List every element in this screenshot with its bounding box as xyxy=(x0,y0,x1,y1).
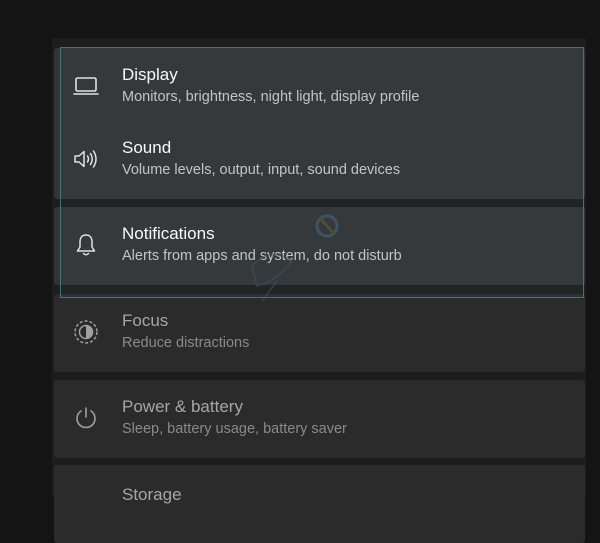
settings-item-subtitle: Alerts from apps and system, do not dist… xyxy=(122,248,402,264)
settings-item-sound[interactable]: Sound Volume levels, output, input, soun… xyxy=(54,121,585,199)
settings-item-subtitle: Sleep, battery usage, battery saver xyxy=(122,421,347,437)
storage-icon xyxy=(70,487,102,519)
settings-item-focus[interactable]: Focus Reduce distractions xyxy=(54,294,585,372)
monitor-icon xyxy=(70,70,102,102)
settings-item-title: Display xyxy=(122,65,178,84)
settings-item-subtitle: Reduce distractions xyxy=(122,335,250,351)
settings-item-notifications[interactable]: Notifications Alerts from apps and syste… xyxy=(54,207,585,285)
speaker-icon xyxy=(70,143,102,175)
focus-icon xyxy=(70,316,102,348)
settings-item-display[interactable]: Display Monitors, brightness, night ligh… xyxy=(54,48,585,126)
settings-item-subtitle: Monitors, brightness, night light, displ… xyxy=(122,89,420,105)
settings-item-title: Sound xyxy=(122,138,172,157)
settings-item-subtitle: Volume levels, output, input, sound devi… xyxy=(122,162,401,178)
settings-item-power-battery[interactable]: Power & battery Sleep, battery usage, ba… xyxy=(54,380,585,458)
power-icon xyxy=(70,402,102,434)
settings-item-title: Focus xyxy=(122,311,169,330)
settings-item-title: Storage xyxy=(122,485,182,504)
bell-icon xyxy=(70,229,102,261)
settings-item-title: Notifications xyxy=(122,224,215,243)
settings-item-storage[interactable]: Storage xyxy=(54,465,585,543)
settings-item-title: Power & battery xyxy=(122,397,243,416)
